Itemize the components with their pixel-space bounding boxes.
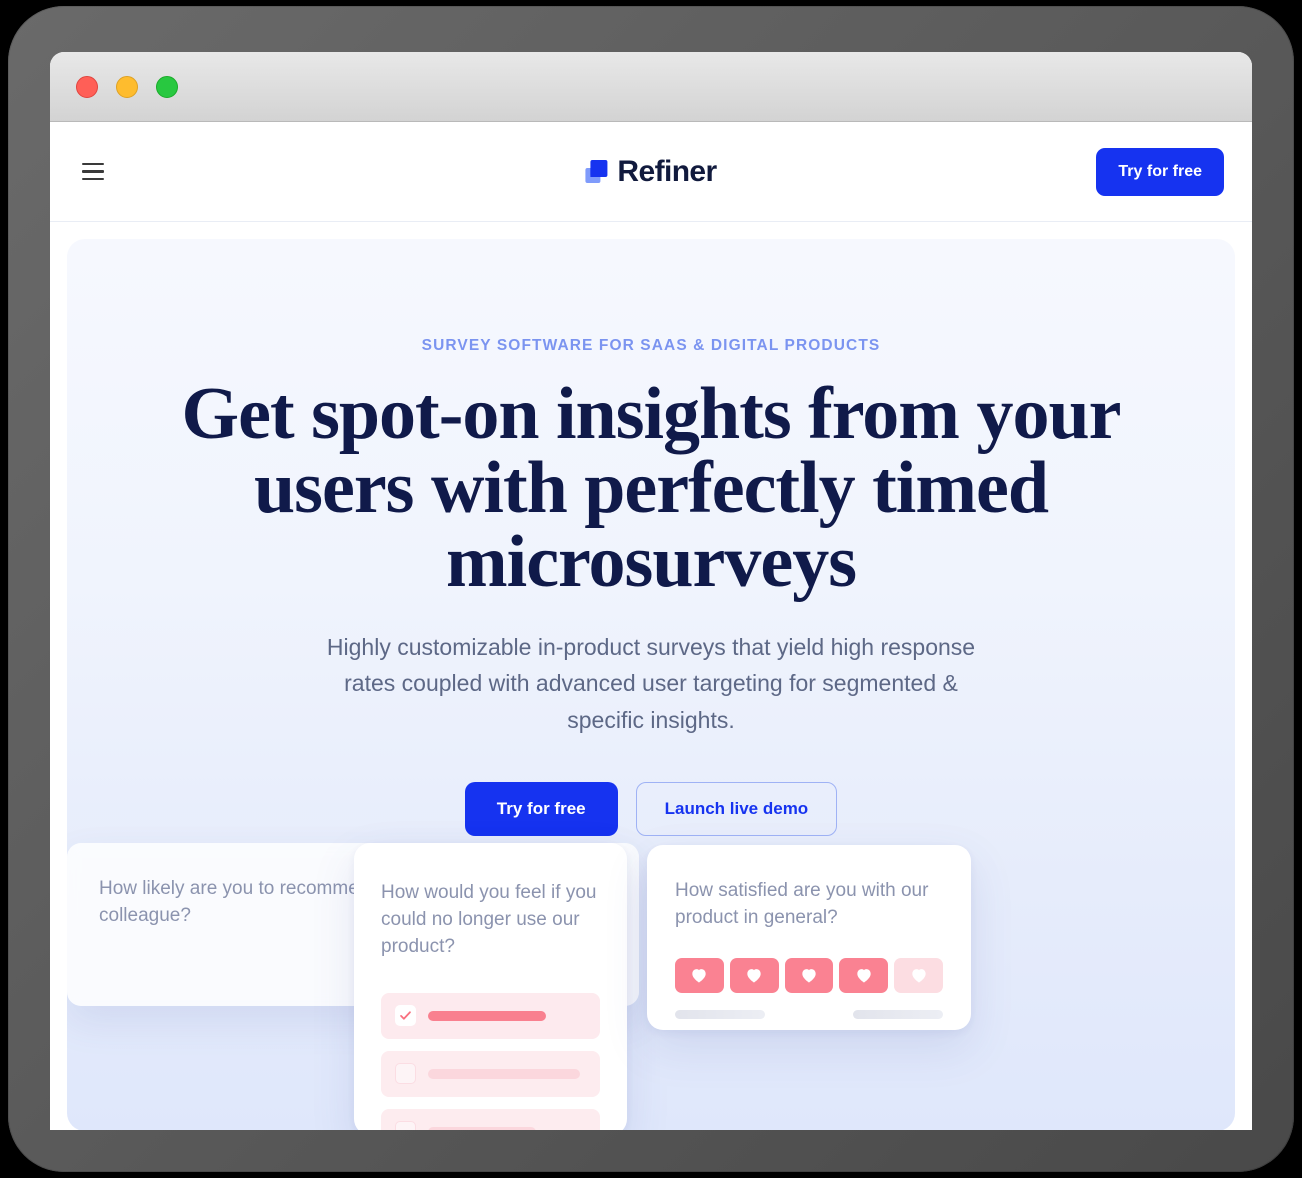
browser-titlebar [50, 52, 1252, 122]
survey-question-satisfaction: How satisfied are you with our product i… [675, 880, 929, 928]
survey-option-row[interactable] [381, 1050, 600, 1097]
heart-rating-2[interactable] [729, 957, 779, 993]
maximize-window-button[interactable] [156, 75, 178, 98]
scale-label-low [675, 1009, 765, 1019]
scale-label-high [853, 1009, 943, 1019]
survey-mockups: How would you feel if you could no longe… [67, 843, 1235, 1130]
header-try-for-free-button[interactable]: Try for free [1096, 147, 1224, 196]
survey-option-row[interactable] [381, 992, 600, 1039]
hero-subheadline: Highly customizable in-product surveys t… [326, 634, 976, 733]
heart-rating-5[interactable] [894, 957, 943, 993]
site-header: Refiner Try for free [50, 122, 1252, 222]
heart-rating-4[interactable] [839, 957, 889, 993]
heart-rating-3[interactable] [784, 957, 834, 993]
hero-try-for-free-button[interactable]: Try for free [464, 781, 618, 836]
hamburger-menu-icon[interactable] [82, 159, 108, 185]
hamburger-line [82, 177, 104, 181]
hero-section: SURVEY SOFTWARE FOR SAAS & DIGITAL PRODU… [67, 239, 1235, 1130]
checkbox-empty-icon[interactable] [395, 1063, 416, 1085]
checkbox-checked-icon[interactable] [395, 1005, 416, 1027]
close-window-button[interactable] [76, 75, 98, 98]
brand-name: Refiner [617, 154, 717, 188]
survey-option-list [381, 992, 600, 1130]
browser-window: Refiner Try for free SURVEY SOFTWARE FOR… [50, 52, 1252, 1130]
hero-eyebrow: SURVEY SOFTWARE FOR SAAS & DIGITAL PRODU… [421, 337, 881, 354]
survey-card-feel: How would you feel if you could no longe… [354, 843, 627, 1130]
survey-option-row[interactable] [381, 1108, 600, 1130]
page-title: Get spot-on insights from your users wit… [181, 373, 1122, 603]
option-label-placeholder [428, 1010, 546, 1021]
launch-live-demo-button[interactable]: Launch live demo [635, 781, 838, 836]
hero-cta-row: Try for free Launch live demo [67, 781, 1235, 836]
hamburger-line [82, 170, 104, 173]
hamburger-line [82, 162, 104, 166]
scale-endpoint-labels [675, 1009, 943, 1019]
survey-question-feel: How would you feel if you could no longe… [381, 882, 597, 957]
heart-rating-scale [675, 957, 943, 993]
option-label-placeholder [428, 1068, 580, 1079]
refiner-logo-icon [585, 160, 608, 183]
minimize-window-button[interactable] [116, 75, 138, 98]
brand-logo[interactable]: Refiner [585, 154, 717, 189]
heart-rating-1[interactable] [675, 957, 724, 993]
option-label-placeholder [428, 1126, 536, 1130]
checkbox-empty-icon[interactable] [395, 1121, 416, 1130]
survey-card-satisfaction: How satisfied are you with our product i… [647, 845, 971, 1030]
